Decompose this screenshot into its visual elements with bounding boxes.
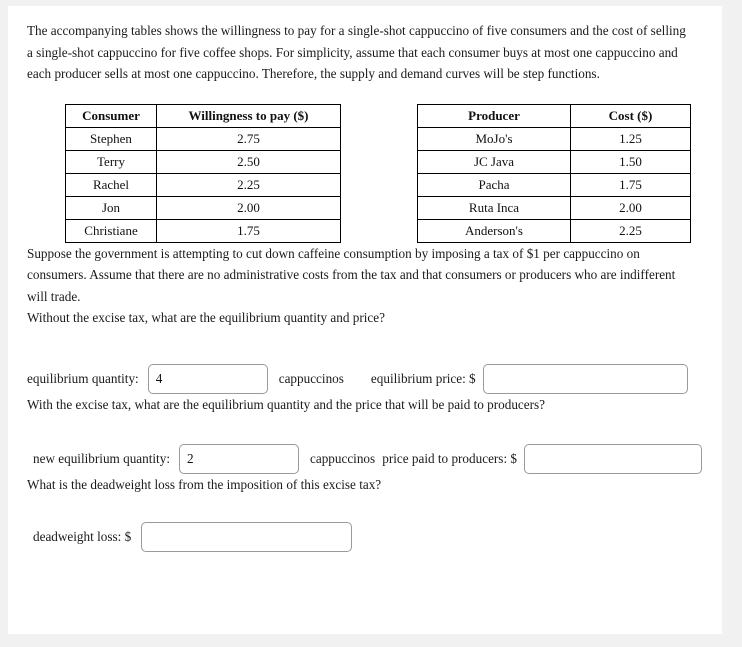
deadweight-loss-input[interactable] bbox=[141, 521, 353, 552]
equilibrium-price-label: equilibrium price: $ bbox=[370, 370, 476, 386]
consumer-value-cell: 2.75 bbox=[156, 126, 341, 151]
consumer-name-cell: Jon bbox=[65, 195, 157, 220]
new-equilibrium-quantity-input[interactable] bbox=[178, 444, 299, 474]
table-header-row: Producer Cost ($) bbox=[417, 103, 691, 128]
table-row: Christiane 1.75 bbox=[65, 218, 341, 243]
producer-value-cell: 1.25 bbox=[570, 126, 691, 151]
consumer-name-header: Consumer bbox=[65, 103, 157, 128]
price-paid-to-producers-input[interactable] bbox=[524, 444, 702, 474]
producer-name-cell: Pacha bbox=[417, 172, 571, 197]
producer-table: Producer Cost ($) MoJo's 1.25 JC Java 1.… bbox=[417, 103, 691, 243]
new-equilibrium-quantity-label: new equilibrium quantity: bbox=[33, 451, 170, 466]
producer-value-cell: 2.00 bbox=[570, 195, 691, 220]
producer-name-cell: MoJo's bbox=[417, 126, 571, 151]
equilibrium-quantity-input[interactable] bbox=[147, 363, 268, 394]
consumer-name-cell: Christiane bbox=[65, 218, 157, 243]
equilibrium-quantity-unit: cappuccinos bbox=[278, 370, 344, 386]
table-row: Rachel 2.25 bbox=[65, 172, 341, 197]
question-3: What is the deadweight loss from the imp… bbox=[27, 477, 382, 492]
answer-row-3: deadweight loss: $ bbox=[33, 521, 702, 552]
consumer-value-cell: 2.50 bbox=[156, 149, 341, 174]
worksheet-card: The accompanying tables shows the willin… bbox=[8, 6, 722, 634]
willingness-to-pay-header: Willingness to pay ($) bbox=[156, 103, 341, 128]
tables-container: Consumer Willingness to pay ($) Stephen … bbox=[27, 103, 702, 243]
producer-name-cell: JC Java bbox=[417, 149, 571, 174]
worksheet-content: The accompanying tables shows the willin… bbox=[8, 6, 722, 552]
consumer-name-cell: Terry bbox=[65, 149, 157, 174]
consumer-name-cell: Rachel bbox=[65, 172, 157, 197]
table-row: JC Java 1.50 bbox=[417, 149, 691, 174]
answer-row-2: new equilibrium quantity: cappuccinos pr… bbox=[33, 444, 702, 474]
price-paid-to-producers-label: price paid to producers: $ bbox=[382, 451, 517, 466]
equilibrium-price-input[interactable] bbox=[482, 363, 688, 394]
table-row: Terry 2.50 bbox=[65, 149, 341, 174]
producer-name-cell: Anderson's bbox=[417, 218, 571, 243]
consumer-value-cell: 2.25 bbox=[156, 172, 341, 197]
answer-row-1: equilibrium quantity: cappuccinos equili… bbox=[27, 363, 702, 394]
question-2: With the excise tax, what are the equili… bbox=[27, 396, 546, 412]
consumer-value-cell: 1.75 bbox=[156, 218, 341, 243]
cost-header: Cost ($) bbox=[570, 103, 691, 128]
producer-name-cell: Ruta Inca bbox=[417, 195, 571, 220]
table-row: Pacha 1.75 bbox=[417, 172, 691, 197]
intro-paragraph: The accompanying tables shows the willin… bbox=[27, 23, 686, 81]
tax-paragraph: Suppose the government is attempting to … bbox=[27, 245, 676, 304]
deadweight-loss-label: deadweight loss: $ bbox=[33, 528, 132, 544]
producer-value-cell: 1.50 bbox=[570, 149, 691, 174]
producer-name-header: Producer bbox=[417, 103, 571, 128]
consumer-value-cell: 2.00 bbox=[156, 195, 341, 220]
new-equilibrium-quantity-unit: cappuccinos bbox=[309, 451, 376, 466]
consumer-table: Consumer Willingness to pay ($) Stephen … bbox=[65, 103, 341, 243]
table-row: MoJo's 1.25 bbox=[417, 126, 691, 151]
producer-value-cell: 1.75 bbox=[570, 172, 691, 197]
table-header-row: Consumer Willingness to pay ($) bbox=[65, 103, 341, 128]
consumer-name-cell: Stephen bbox=[65, 126, 157, 151]
producer-value-cell: 2.25 bbox=[570, 218, 691, 243]
table-row: Jon 2.00 bbox=[65, 195, 341, 220]
table-row: Anderson's 2.25 bbox=[417, 218, 691, 243]
equilibrium-quantity-label: equilibrium quantity: bbox=[27, 370, 139, 386]
table-row: Ruta Inca 2.00 bbox=[417, 195, 691, 220]
table-row: Stephen 2.75 bbox=[65, 126, 341, 151]
question-1: Without the excise tax, what are the equ… bbox=[27, 310, 385, 325]
producer-table-wrapper: Producer Cost ($) MoJo's 1.25 JC Java 1.… bbox=[417, 103, 691, 243]
consumer-table-wrapper: Consumer Willingness to pay ($) Stephen … bbox=[65, 103, 341, 243]
